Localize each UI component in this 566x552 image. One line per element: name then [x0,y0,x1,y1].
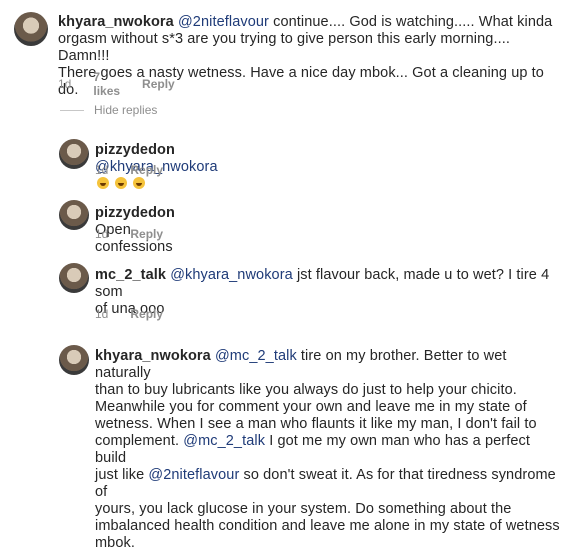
hide-replies-button[interactable]: Hide replies [60,103,157,117]
reply-body-line8: imbalanced health condition and leave me… [95,518,560,534]
comment-time: 1d [58,77,72,91]
reply-text: khyara_nwokora @mc_2_talk tire on my bro… [95,348,560,552]
avatar[interactable] [59,200,89,230]
comment-body-line2: orgasm without s*3 are you trying to giv… [58,31,510,64]
divider [60,109,84,111]
reply-body-line7: yours, you lack glucose in your system. … [95,501,512,517]
laughing-emoji-icon [97,177,109,189]
mention-link[interactable]: @khyara_nwokora [170,267,293,283]
hide-replies-label: Hide replies [94,103,158,117]
reply-username[interactable]: mc_2_talk [95,267,166,283]
avatar[interactable] [59,345,89,375]
mention-link[interactable]: @mc_2_talk [215,348,297,364]
avatar[interactable] [14,12,48,46]
comment-username[interactable]: khyara_nwokora [58,14,174,30]
mention-link[interactable]: @mc_2_talk [183,433,265,449]
reply-button[interactable]: Reply [142,77,175,91]
reply-body-line3: Meanwhile you for comment your own and l… [95,399,527,415]
reply-meta: 1d Reply [95,227,163,241]
mention-link[interactable]: @2niteflavour [148,467,239,483]
reply-time: 1d [95,307,109,321]
reply-meta: 1d Reply [95,163,163,177]
avatar[interactable] [59,263,89,293]
reply-username[interactable]: pizzydedon [95,205,175,221]
reply-body-line6a: just like [95,467,149,483]
laughing-emoji-icon [115,177,128,189]
reply-button[interactable]: Reply [130,227,163,241]
laughing-emoji-icon [133,177,146,189]
reply-text: mc_2_talk @khyara_nwokora jst flavour ba… [95,267,560,318]
avatar[interactable] [59,139,89,169]
reply-body-line4: wetness. When I see a man who flaunts it… [95,416,537,432]
reply-username[interactable]: pizzydedon [95,142,175,158]
comment-meta: 1d 7 likes Reply [58,70,175,98]
reply-username[interactable]: khyara_nwokora [95,348,211,364]
reply-body-line5: complement. [95,433,184,449]
likes-count[interactable]: 7 likes [93,70,120,98]
comment-body-line1: continue.... God is watching..... What k… [268,14,553,30]
reply-button[interactable]: Reply [130,307,163,321]
reply-body-line9: mbok. [95,535,135,551]
reply-time: 1d [95,163,109,177]
reply-meta: 1d Reply [95,307,163,321]
reply-body-line2: than to buy lubricants like you always d… [95,382,517,398]
reply-time: 1d [95,227,109,241]
reply-button[interactable]: Reply [130,163,163,177]
mention-link[interactable]: @2niteflavour [178,14,269,30]
